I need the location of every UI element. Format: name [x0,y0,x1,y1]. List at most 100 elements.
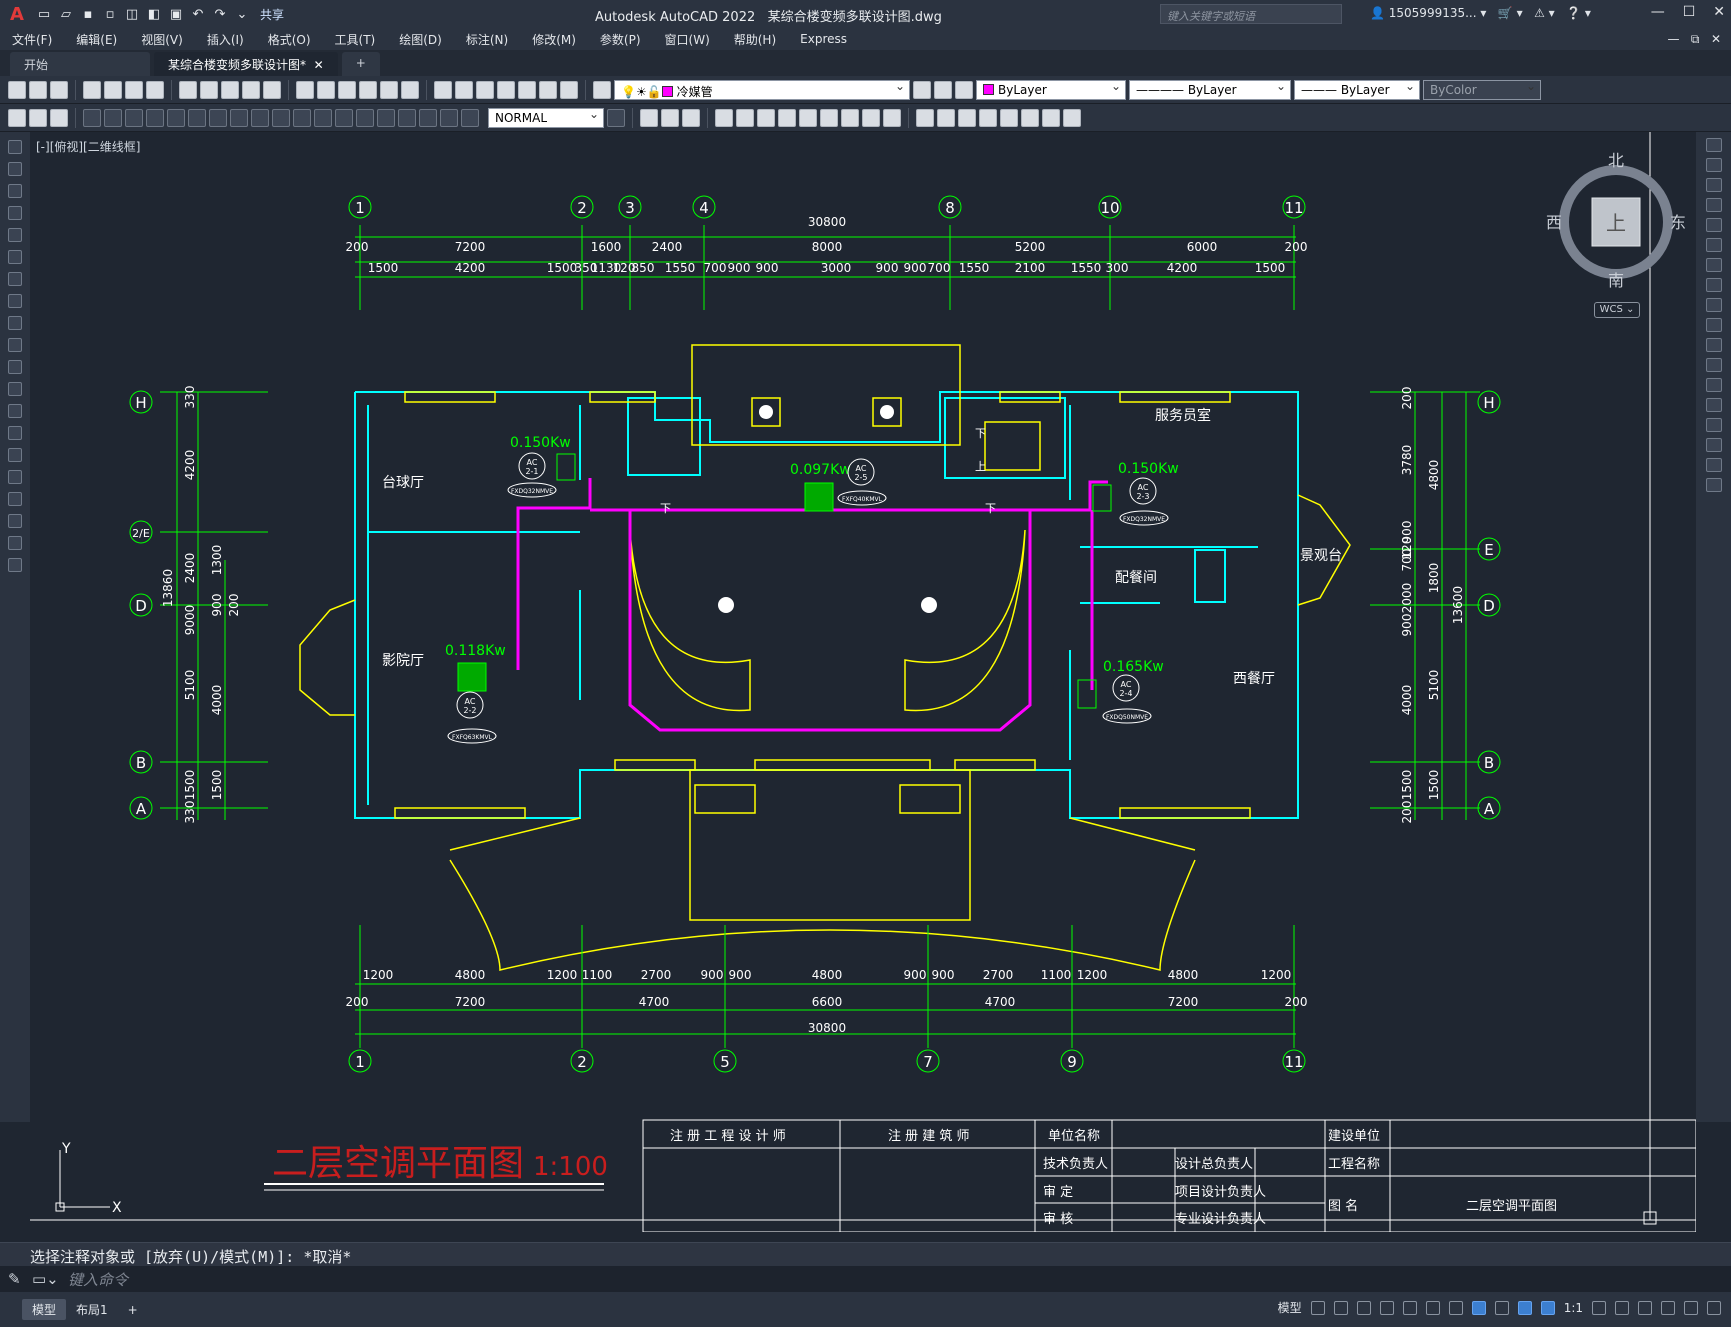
isolate-objects-icon[interactable] [1638,1300,1652,1315]
tab-drawing[interactable]: 某综合楼变频多联设计图* ✕ [154,52,338,76]
erase-icon[interactable] [1705,138,1722,152]
menu-file[interactable]: 文件(F) [0,31,64,48]
hatch-icon[interactable] [8,448,22,462]
compass-east[interactable]: 东 [1670,213,1686,232]
menu-express[interactable]: Express [788,32,859,46]
lineweight-icon[interactable] [1448,1300,1463,1315]
arc-icon[interactable] [8,250,22,264]
chamfer-icon[interactable] [1705,418,1722,432]
grid-icon[interactable] [1310,1300,1325,1315]
viewcube[interactable]: 上 北 南 东 西 WCS ⌄ [1546,151,1686,318]
layer-walk-icon[interactable] [29,108,47,127]
fillet-icon[interactable] [958,108,976,127]
construction-line-icon[interactable] [8,162,22,176]
tab-start[interactable]: 开始 [10,52,150,76]
wcs-button[interactable]: WCS ⌄ [1594,302,1640,318]
revcloud-icon[interactable] [8,294,22,308]
menu-format[interactable]: 格式(O) [256,31,323,48]
plus-icon[interactable] [1615,1300,1629,1315]
jogged-dim-icon[interactable] [188,108,206,127]
menu-edit[interactable]: 编辑(E) [64,31,129,48]
zoom-window-icon[interactable] [380,80,398,99]
array-icon[interactable] [736,108,754,127]
dimstyle-dropdown[interactable]: NORMAL [488,107,604,128]
spline-icon[interactable] [8,316,22,330]
region-icon[interactable] [8,492,22,506]
block-editor-icon[interactable] [263,80,281,99]
line-icon[interactable] [8,140,22,154]
join-icon[interactable] [916,108,934,127]
mirror-icon[interactable] [1705,178,1722,192]
annotation-scale[interactable]: 1:1 [1564,1301,1583,1315]
cut-icon[interactable] [179,80,197,99]
menu-modify[interactable]: 修改(M) [520,31,588,48]
layer-state-icon[interactable] [955,80,973,99]
osnap-tracking-icon[interactable] [1425,1300,1440,1315]
share-button[interactable]: 共享 [260,6,284,23]
trim-icon[interactable] [1705,318,1722,332]
polygon-icon[interactable] [8,206,22,220]
mtext-icon[interactable] [8,536,22,550]
diameter-dim-icon[interactable] [209,108,227,127]
point-icon[interactable] [8,426,22,440]
jogged-linear-icon[interactable] [419,108,437,127]
minimize-icon[interactable]: — [1651,4,1665,20]
workspace-icon[interactable] [8,108,26,127]
zoom-previous-icon[interactable] [401,80,419,99]
markup-icon[interactable] [518,80,536,99]
group-icon[interactable] [1021,108,1039,127]
angular-dim-icon[interactable] [230,108,248,127]
center-mark-icon[interactable] [377,108,395,127]
calculator-icon[interactable] [539,80,557,99]
extend-icon[interactable] [862,108,880,127]
save-web-icon[interactable]: ◧ [144,4,164,24]
move-icon[interactable] [1705,238,1722,252]
layer-isolate-icon[interactable] [50,108,68,127]
menu-view[interactable]: 视图(V) [129,31,195,48]
arc-length-icon[interactable] [125,108,143,127]
make-block-icon[interactable] [8,404,22,418]
copy-icon[interactable] [1705,158,1722,172]
new-icon[interactable]: ▭ [34,4,54,24]
menu-help[interactable]: 帮助(H) [722,31,788,48]
command-recent-icon[interactable]: ▭⌄ [32,1270,59,1288]
plot-icon[interactable]: ▣ [166,4,186,24]
break-at-point-icon[interactable] [1705,358,1722,372]
menu-dimension[interactable]: 标注(N) [454,31,520,48]
scale-icon[interactable] [799,108,817,127]
tab-model[interactable]: 模型 [22,1299,67,1320]
table-icon[interactable] [8,514,22,528]
drawing-canvas[interactable]: 1 2 3 4 8 10 11 30800 200 7200 1600 2400… [30,132,1696,1232]
match-properties-icon[interactable] [242,80,260,99]
quick-dim-icon[interactable] [251,108,269,127]
tab-layout1[interactable]: 布局1 [66,1299,118,1320]
annotation-visibility-icon[interactable] [1517,1300,1532,1315]
undo-icon[interactable]: ↶ [188,4,208,24]
insert-block-icon[interactable] [8,382,22,396]
blend-icon[interactable] [1705,458,1722,472]
open-icon[interactable] [29,80,47,99]
viewport-label[interactable]: [-][俯视][二维线框] [36,138,140,155]
pan-icon[interactable] [338,80,356,99]
dimstyle-icon[interactable] [607,108,625,127]
menu-tools[interactable]: 工具(T) [323,31,388,48]
qat-more-icon[interactable]: ⌄ [232,4,252,24]
snap-icon[interactable] [1333,1300,1348,1315]
new-tab-button[interactable]: + [341,52,380,76]
break-icon[interactable] [883,108,901,127]
dim-space-icon[interactable] [314,108,332,127]
redo-icon[interactable] [317,80,335,99]
wrench-icon[interactable]: ✎ [8,1270,21,1288]
add-selected-icon[interactable] [8,558,22,572]
polar-icon[interactable] [1379,1300,1394,1315]
join-icon[interactable] [1705,398,1722,412]
new-icon[interactable] [8,80,26,99]
measure-icon[interactable] [1042,108,1060,127]
move-icon[interactable] [757,108,775,127]
radius-dim-icon[interactable] [167,108,185,127]
save-icon[interactable]: ▪ [78,4,98,24]
paste-icon[interactable] [221,80,239,99]
menu-window[interactable]: 窗口(W) [653,31,722,48]
drawing-viewport[interactable]: 1 2 3 4 8 10 11 30800 200 7200 1600 2400… [30,132,1696,1232]
publish-icon[interactable] [125,80,143,99]
